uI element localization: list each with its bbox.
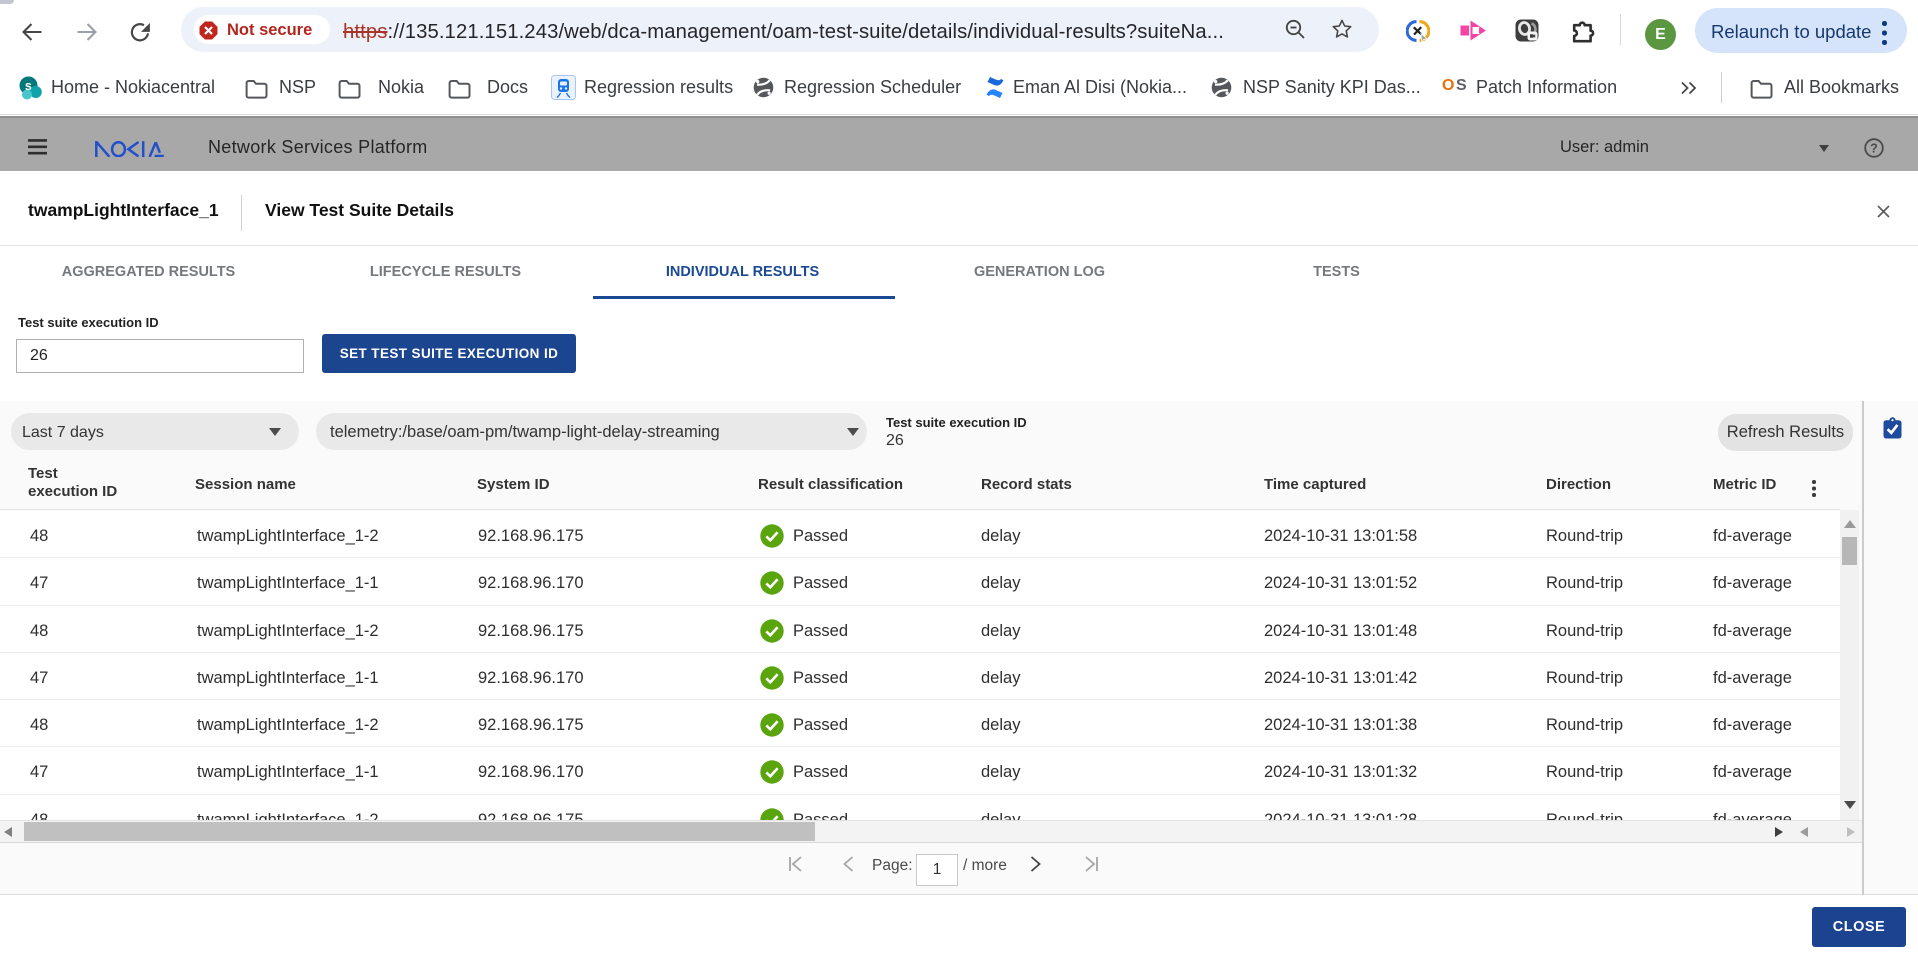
svg-text:?: ?: [1870, 142, 1878, 156]
svg-text:s: s: [25, 79, 32, 93]
